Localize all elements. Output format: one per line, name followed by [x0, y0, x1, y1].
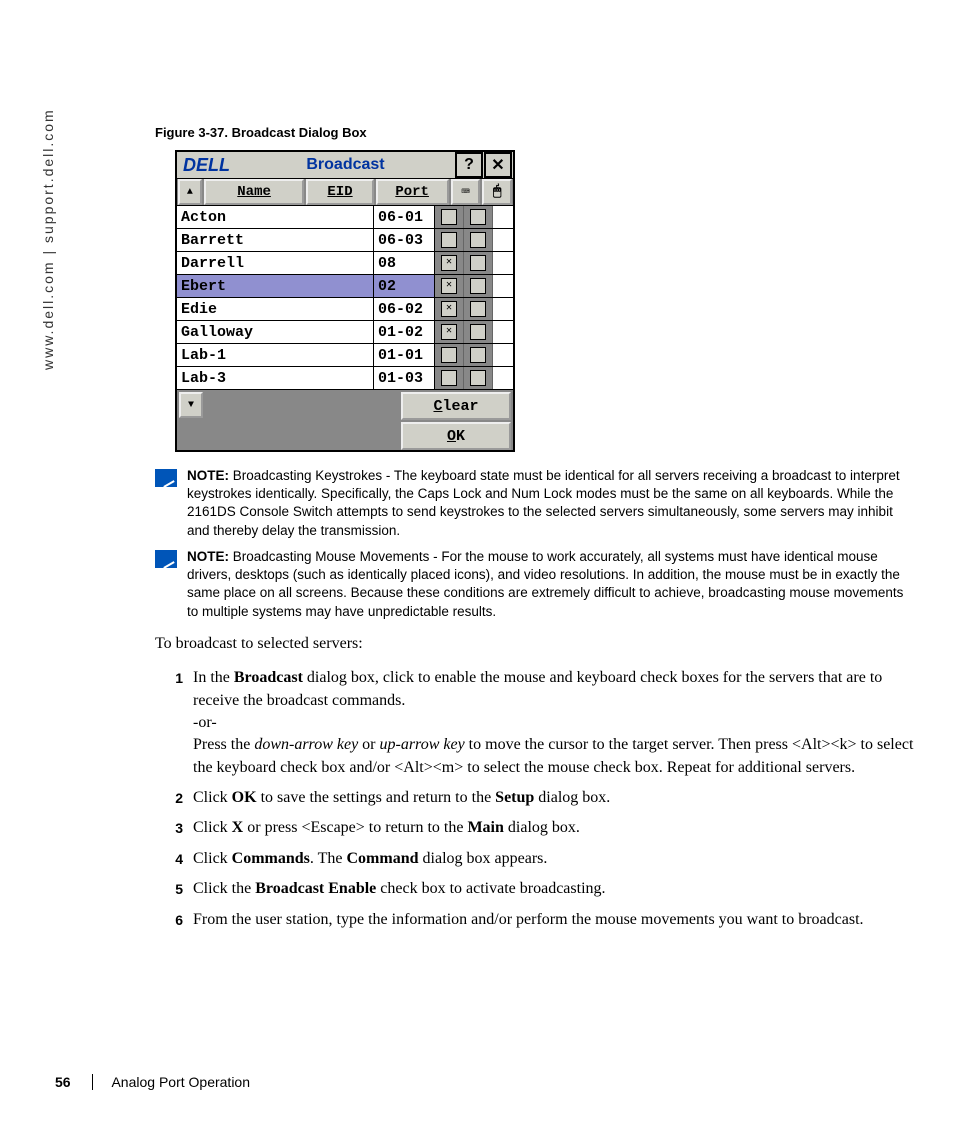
footer-section: Analog Port Operation [92, 1074, 250, 1090]
note-block: NOTE: Broadcasting Keystrokes - The keyb… [155, 467, 914, 540]
page-footer: 56 Analog Port Operation [55, 1074, 250, 1090]
keyboard-checkbox[interactable] [435, 344, 464, 366]
step-item: 2Click OK to save the settings and retur… [155, 787, 914, 809]
step-item: 5Click the Broadcast Enable check box to… [155, 878, 914, 900]
figure-caption: Figure 3-37. Broadcast Dialog Box [155, 125, 914, 140]
mouse-checkbox[interactable] [464, 344, 493, 366]
cell-name: Ebert [177, 275, 374, 297]
cell-port: 02 [374, 275, 435, 297]
header-eid[interactable]: EID [306, 179, 373, 205]
step-body: In the Broadcast dialog box, click to en… [193, 667, 914, 779]
cell-port: 06-01 [374, 206, 435, 228]
cell-port: 06-03 [374, 229, 435, 251]
ok-button[interactable]: OK [401, 422, 511, 450]
cell-name: Lab-1 [177, 344, 374, 366]
note-text: NOTE: Broadcasting Mouse Movements - For… [187, 548, 914, 621]
step-number: 6 [155, 909, 193, 931]
help-button[interactable]: ? [455, 152, 483, 178]
clear-button[interactable]: Clear [401, 392, 511, 420]
mouse-checkbox[interactable] [464, 367, 493, 389]
step-number: 5 [155, 878, 193, 900]
note-icon [155, 469, 177, 487]
keyboard-checkbox[interactable]: ✕ [435, 252, 464, 274]
table-row[interactable]: Galloway01-02✕ [177, 321, 513, 344]
cell-name: Galloway [177, 321, 374, 343]
table-row[interactable]: Lab-301-03 [177, 367, 513, 390]
note-block: NOTE: Broadcasting Mouse Movements - For… [155, 548, 914, 621]
cell-name: Acton [177, 206, 374, 228]
scroll-down-icon[interactable]: ▼ [179, 392, 203, 418]
table-row[interactable]: Ebert02✕ [177, 275, 513, 298]
step-number: 4 [155, 848, 193, 870]
close-button[interactable]: ✕ [484, 152, 512, 178]
keyboard-checkbox[interactable] [435, 229, 464, 251]
scroll-up-icon[interactable]: ▲ [178, 179, 202, 205]
table-row[interactable]: Acton06-01 [177, 206, 513, 229]
step-body: Click Commands. The Command dialog box a… [193, 848, 914, 870]
page-number: 56 [55, 1074, 71, 1090]
table-row[interactable]: Edie06-02✕ [177, 298, 513, 321]
keyboard-checkbox[interactable]: ✕ [435, 321, 464, 343]
step-number: 2 [155, 787, 193, 809]
step-item: 4Click Commands. The Command dialog box … [155, 848, 914, 870]
keyboard-checkbox[interactable] [435, 206, 464, 228]
dialog-title: Broadcast [236, 156, 455, 174]
cell-name: Darrell [177, 252, 374, 274]
mouse-checkbox[interactable] [464, 321, 493, 343]
cell-name: Edie [177, 298, 374, 320]
keyboard-icon: ⌨ [451, 179, 481, 205]
mouse-checkbox[interactable] [464, 206, 493, 228]
dell-logo: DELL [177, 155, 236, 176]
intro-text: To broadcast to selected servers: [155, 633, 914, 655]
mouse-checkbox[interactable] [464, 229, 493, 251]
broadcast-dialog: DELL Broadcast ? ✕ ▲ Name EID Port ⌨ 🖱 A… [175, 150, 515, 452]
step-item: 1In the Broadcast dialog box, click to e… [155, 667, 914, 779]
step-number: 1 [155, 667, 193, 779]
table-row[interactable]: Darrell08✕ [177, 252, 513, 275]
server-list: Acton06-01Barrett06-03Darrell08✕Ebert02✕… [177, 206, 513, 390]
cell-port: 01-03 [374, 367, 435, 389]
dialog-titlebar: DELL Broadcast ? ✕ [177, 152, 513, 179]
note-text: NOTE: Broadcasting Keystrokes - The keyb… [187, 467, 914, 540]
cell-port: 08 [374, 252, 435, 274]
step-item: 6From the user station, type the informa… [155, 909, 914, 931]
steps-list: 1In the Broadcast dialog box, click to e… [155, 667, 914, 931]
step-body: Click the Broadcast Enable check box to … [193, 878, 914, 900]
cell-port: 01-02 [374, 321, 435, 343]
cell-name: Barrett [177, 229, 374, 251]
step-body: Click OK to save the settings and return… [193, 787, 914, 809]
mouse-icon: 🖱 [482, 179, 512, 205]
keyboard-checkbox[interactable]: ✕ [435, 298, 464, 320]
step-body: Click X or press <Escape> to return to t… [193, 817, 914, 839]
cell-port: 01-01 [374, 344, 435, 366]
cell-name: Lab-3 [177, 367, 374, 389]
note-icon [155, 550, 177, 568]
header-port[interactable]: Port [376, 179, 449, 205]
sidebar-url: www.dell.com | support.dell.com [40, 108, 56, 370]
header-name[interactable]: Name [204, 179, 305, 205]
mouse-checkbox[interactable] [464, 252, 493, 274]
table-row[interactable]: Barrett06-03 [177, 229, 513, 252]
step-item: 3Click X or press <Escape> to return to … [155, 817, 914, 839]
step-body: From the user station, type the informat… [193, 909, 914, 931]
table-row[interactable]: Lab-101-01 [177, 344, 513, 367]
column-headers: ▲ Name EID Port ⌨ 🖱 [177, 179, 513, 206]
step-number: 3 [155, 817, 193, 839]
mouse-checkbox[interactable] [464, 275, 493, 297]
mouse-checkbox[interactable] [464, 298, 493, 320]
keyboard-checkbox[interactable]: ✕ [435, 275, 464, 297]
cell-port: 06-02 [374, 298, 435, 320]
keyboard-checkbox[interactable] [435, 367, 464, 389]
